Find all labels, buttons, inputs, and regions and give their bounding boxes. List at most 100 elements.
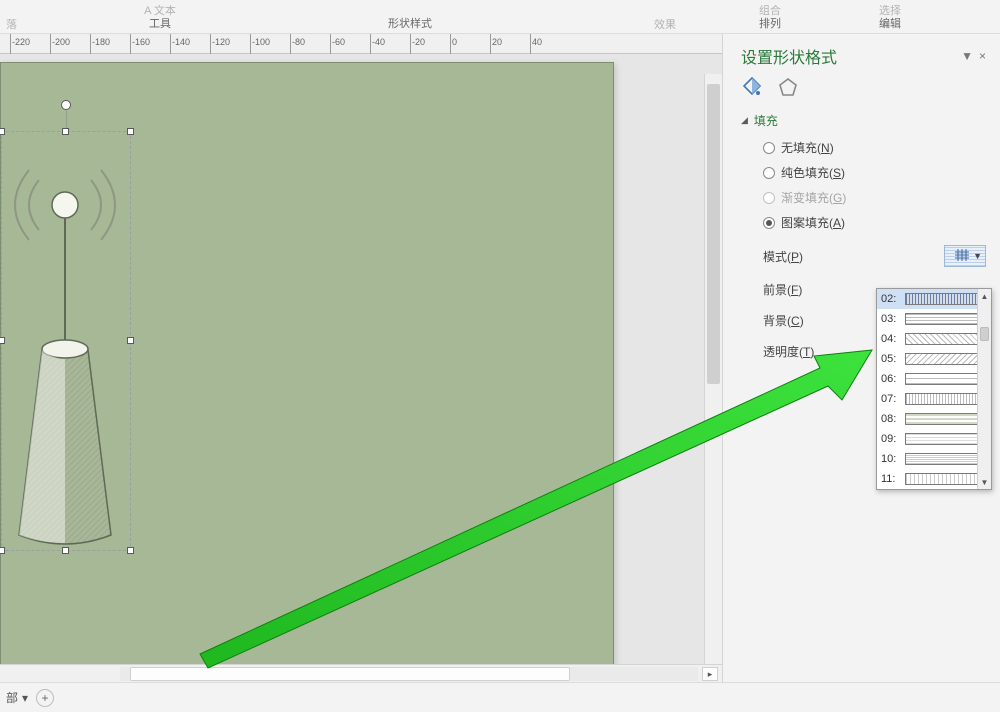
pattern-option[interactable]: 07: bbox=[877, 389, 991, 409]
resize-handle-mr[interactable] bbox=[127, 337, 134, 344]
prop-background-label: 背景 bbox=[763, 314, 787, 328]
scrollbar-horizontal-thumb[interactable] bbox=[130, 667, 570, 681]
scrollbar-vertical[interactable] bbox=[704, 74, 722, 682]
pattern-option-number: 04: bbox=[881, 333, 901, 345]
radio-solid-fill-key: S bbox=[833, 166, 841, 180]
pattern-option[interactable]: 11: bbox=[877, 469, 991, 489]
pane-close-button[interactable]: × bbox=[979, 49, 986, 63]
scroll-up-icon[interactable]: ▲ bbox=[978, 289, 991, 303]
pattern-swatch-icon bbox=[905, 333, 987, 345]
radio-no-fill[interactable]: 无填充(N) bbox=[763, 139, 1000, 156]
pane-menu-button[interactable]: ▼ bbox=[961, 49, 973, 63]
pattern-swatch-icon bbox=[905, 413, 987, 425]
pattern-option-number: 08: bbox=[881, 413, 901, 425]
caret-down-icon[interactable]: ▾ bbox=[22, 691, 28, 705]
pattern-option-number: 11: bbox=[881, 473, 901, 485]
ribbon-group-arrange: 组合 排列 bbox=[710, 0, 830, 33]
radio-gradient-fill-label: 渐变填充 bbox=[781, 191, 829, 205]
pattern-swatch-icon bbox=[905, 313, 987, 325]
drawing-page[interactable] bbox=[0, 62, 614, 682]
ruler-tick-label: 0 bbox=[452, 37, 457, 47]
ribbon-group-effects: 效果 bbox=[620, 0, 710, 33]
ruler-tick bbox=[130, 34, 131, 54]
pattern-swatch-icon bbox=[905, 473, 987, 485]
canvas-outer bbox=[0, 54, 722, 682]
ribbon-group-label-arrange: 排列 bbox=[759, 17, 781, 31]
ruler-tick-label: 20 bbox=[492, 37, 502, 47]
ribbon-group-label-edit: 编辑 bbox=[879, 17, 901, 31]
add-page-button[interactable]: + bbox=[36, 689, 54, 707]
resize-handle-tm[interactable] bbox=[62, 128, 69, 135]
status-fragment: 部 ▾ bbox=[6, 689, 28, 706]
pattern-option[interactable]: 06: bbox=[877, 369, 991, 389]
ruler-tick bbox=[90, 34, 91, 54]
list-scrollbar[interactable]: ▲ ▼ bbox=[977, 289, 991, 489]
ruler-tick-label: -80 bbox=[292, 37, 305, 47]
resize-handle-bl[interactable] bbox=[0, 547, 5, 554]
ribbon-fragment-left: 落 bbox=[0, 0, 120, 33]
ruler-tick bbox=[210, 34, 211, 54]
pattern-option[interactable]: 02: bbox=[877, 289, 991, 309]
radio-dot-icon bbox=[763, 217, 775, 229]
pattern-option-number: 10: bbox=[881, 453, 901, 465]
pattern-dropdown-button[interactable]: ▼ bbox=[944, 245, 986, 267]
ruler-tick bbox=[490, 34, 491, 54]
workspace: -220-200-180-160-140-120-100-80-60-40-20… bbox=[0, 34, 1000, 682]
ribbon-effects-fragment: 效果 bbox=[654, 19, 676, 31]
grid-pattern-icon bbox=[955, 249, 969, 264]
pattern-option[interactable]: 04: bbox=[877, 329, 991, 349]
radio-no-fill-key: N bbox=[821, 141, 830, 155]
ruler-tick bbox=[410, 34, 411, 54]
fill-and-line-icon[interactable] bbox=[741, 76, 763, 98]
pattern-option-number: 03: bbox=[881, 313, 901, 325]
ribbon-arrange-fragment: 组合 bbox=[759, 5, 781, 17]
resize-handle-tr[interactable] bbox=[127, 128, 134, 135]
status-bar: 部 ▾ + bbox=[0, 682, 1000, 712]
ruler-tick bbox=[50, 34, 51, 54]
prop-pattern-label: 模式 bbox=[763, 250, 787, 264]
ribbon-fragment-text: 落 bbox=[6, 19, 17, 31]
pattern-option-number: 09: bbox=[881, 433, 901, 445]
scrollbar-vertical-thumb[interactable] bbox=[707, 84, 720, 384]
pattern-option[interactable]: 03: bbox=[877, 309, 991, 329]
pattern-dropdown-list[interactable]: 02: 03: 04: 05:06: 07: 08: 09: 10: 11: ▲ ▼ bbox=[876, 288, 992, 490]
ribbon-strip: 落 A 文本 工具 形状样式 效果 组合 排列 选择 编辑 bbox=[0, 0, 1000, 34]
pane-header: 设置形状格式 ▼ × bbox=[723, 34, 1000, 76]
pattern-option[interactable]: 05: bbox=[877, 349, 991, 369]
pattern-option[interactable]: 09: bbox=[877, 429, 991, 449]
scrollbar-horizontal-right-button[interactable]: ▸ bbox=[702, 667, 718, 681]
radio-solid-fill[interactable]: 纯色填充(S) bbox=[763, 164, 1000, 181]
ruler-tick-label: -200 bbox=[52, 37, 70, 47]
ruler-tick-label: -180 bbox=[92, 37, 110, 47]
list-scrollbar-thumb[interactable] bbox=[980, 327, 989, 341]
pattern-swatch-icon bbox=[905, 393, 987, 405]
pattern-swatch-icon bbox=[905, 293, 987, 305]
section-fill-header[interactable]: ◢ 填充 bbox=[723, 106, 1000, 135]
shape-radio-tower[interactable] bbox=[4, 135, 126, 547]
pattern-option[interactable]: 10: bbox=[877, 449, 991, 469]
canvas-viewport[interactable] bbox=[0, 54, 722, 682]
radio-solid-fill-label: 纯色填充 bbox=[781, 166, 829, 180]
ruler-tick-label: -60 bbox=[332, 37, 345, 47]
ribbon-text-tool-fragment: A 文本 bbox=[144, 5, 176, 17]
status-fragment-label: 部 bbox=[6, 689, 18, 706]
rotation-handle[interactable] bbox=[61, 100, 71, 110]
resize-handle-br[interactable] bbox=[127, 547, 134, 554]
format-shape-pane: 设置形状格式 ▼ × ◢ 填充 无填充(N) 纯 bbox=[722, 34, 1000, 682]
canvas-zone: -220-200-180-160-140-120-100-80-60-40-20… bbox=[0, 34, 722, 682]
resize-handle-tl[interactable] bbox=[0, 128, 5, 135]
ruler-tick bbox=[330, 34, 331, 54]
pattern-option-number: 07: bbox=[881, 393, 901, 405]
ruler-tick-label: -140 bbox=[172, 37, 190, 47]
radio-pattern-fill[interactable]: 图案填充(A) bbox=[763, 214, 1000, 231]
radio-dot-icon bbox=[763, 142, 775, 154]
resize-handle-bm[interactable] bbox=[62, 547, 69, 554]
prop-background-key: C bbox=[791, 314, 800, 328]
section-fill-label: 填充 bbox=[754, 112, 778, 129]
pattern-option[interactable]: 08: bbox=[877, 409, 991, 429]
effects-icon[interactable] bbox=[777, 76, 799, 98]
scroll-down-icon[interactable]: ▼ bbox=[978, 475, 991, 489]
scrollbar-horizontal[interactable]: ▸ bbox=[0, 664, 722, 682]
ruler-horizontal: -220-200-180-160-140-120-100-80-60-40-20… bbox=[0, 34, 722, 54]
ribbon-group-label-shapestyle: 形状样式 bbox=[388, 17, 432, 31]
